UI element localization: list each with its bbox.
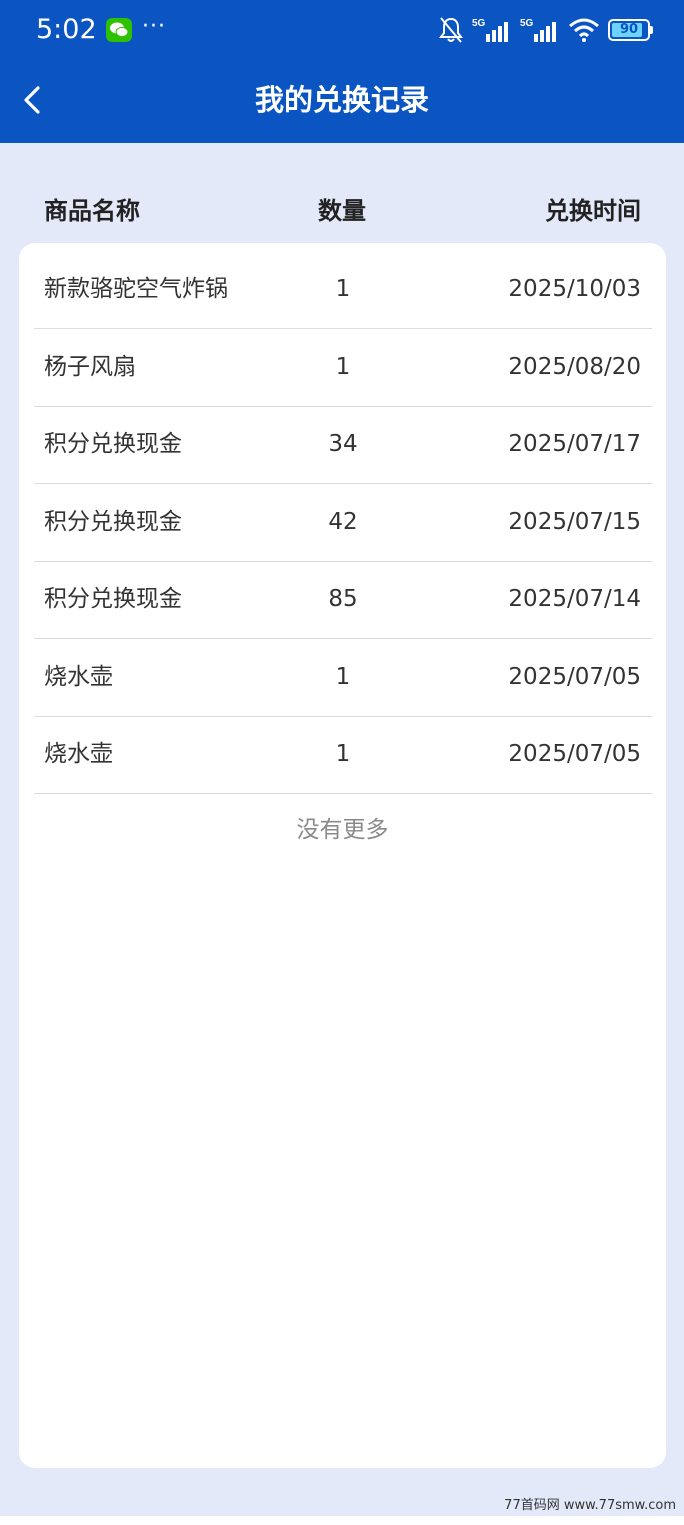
table-row[interactable]: 积分兑换现金 42 2025/07/15 [34,484,652,562]
bottom-strip [0,1516,684,1525]
row-time: 2025/07/14 [508,586,641,612]
signal-5g-icon: 5G [472,18,508,42]
signal-label-2: 5G [520,18,534,29]
row-time: 2025/07/17 [508,431,641,457]
mute-bell-icon [439,17,463,43]
table-row[interactable]: 积分兑换现金 85 2025/07/14 [34,561,652,639]
table-row[interactable]: 新款骆驼空气炸锅 1 2025/10/03 [34,251,652,329]
row-time: 2025/08/20 [508,354,641,380]
battery-level: 90 [619,22,639,37]
column-header-time: 兑换时间 [545,197,641,225]
records-card: 新款骆驼空气炸锅 1 2025/10/03 杨子风扇 1 2025/08/20 … [19,243,666,1468]
top-bar: 5:02 ··· 5G 5G 90 我的兑换记录 [0,0,684,143]
no-more-label: 没有更多 [296,817,389,843]
wechat-icon [106,18,132,42]
row-time: 2025/10/03 [508,276,641,302]
status-icons: 5G 5G 90 [438,14,654,46]
table-row[interactable]: 烧水壶 1 2025/07/05 [34,716,652,794]
signal-label-1: 5G [472,18,486,29]
more-notifications-icon: ··· [142,14,166,39]
table-row[interactable]: 杨子风扇 1 2025/08/20 [34,329,652,407]
signal-5g-icon-2: 5G [520,18,556,42]
battery-icon: 90 [608,19,654,41]
watermark: 77首码网 www.77smw.com [504,1498,676,1513]
table-row[interactable]: 积分兑换现金 34 2025/07/17 [34,406,652,484]
status-time: 5:02 [36,14,97,45]
row-time: 2025/07/05 [508,741,641,767]
row-time: 2025/07/05 [508,664,641,690]
row-time: 2025/07/15 [508,509,641,535]
page-title: 我的兑换记录 [254,83,429,117]
wifi-icon [569,18,599,42]
table-row[interactable]: 烧水壶 1 2025/07/05 [34,639,652,717]
